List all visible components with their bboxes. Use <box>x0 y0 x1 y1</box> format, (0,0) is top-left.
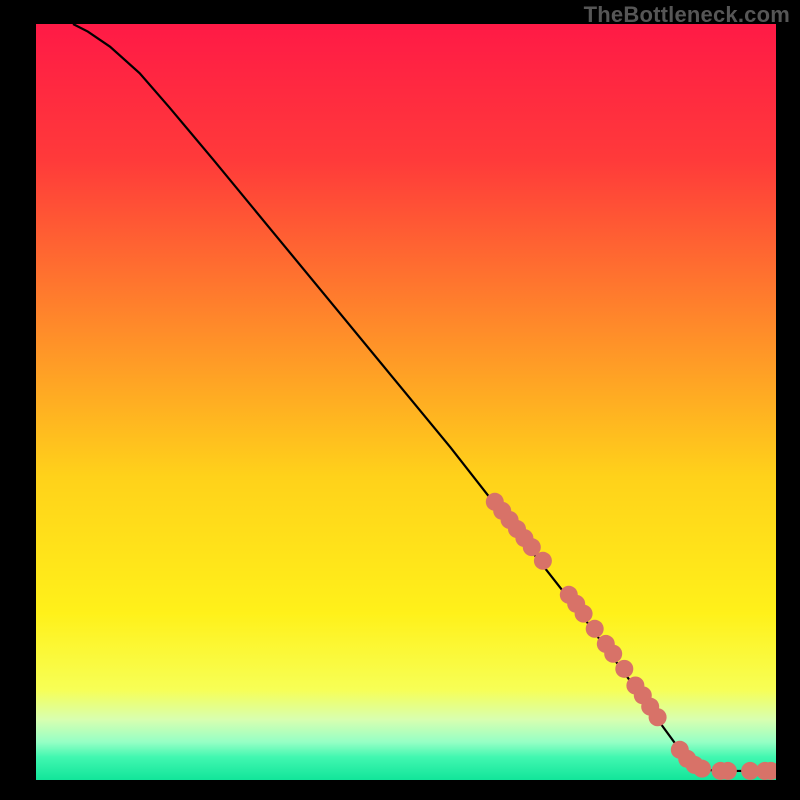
data-marker <box>693 760 711 778</box>
gradient-background <box>36 24 776 780</box>
data-marker <box>604 645 622 663</box>
data-marker <box>615 660 633 678</box>
chart-plot <box>36 24 776 780</box>
data-marker <box>534 552 552 570</box>
data-marker <box>575 605 593 623</box>
data-marker <box>719 762 737 780</box>
data-marker <box>649 708 667 726</box>
data-marker <box>586 620 604 638</box>
chart-container: TheBottleneck.com <box>0 0 800 800</box>
